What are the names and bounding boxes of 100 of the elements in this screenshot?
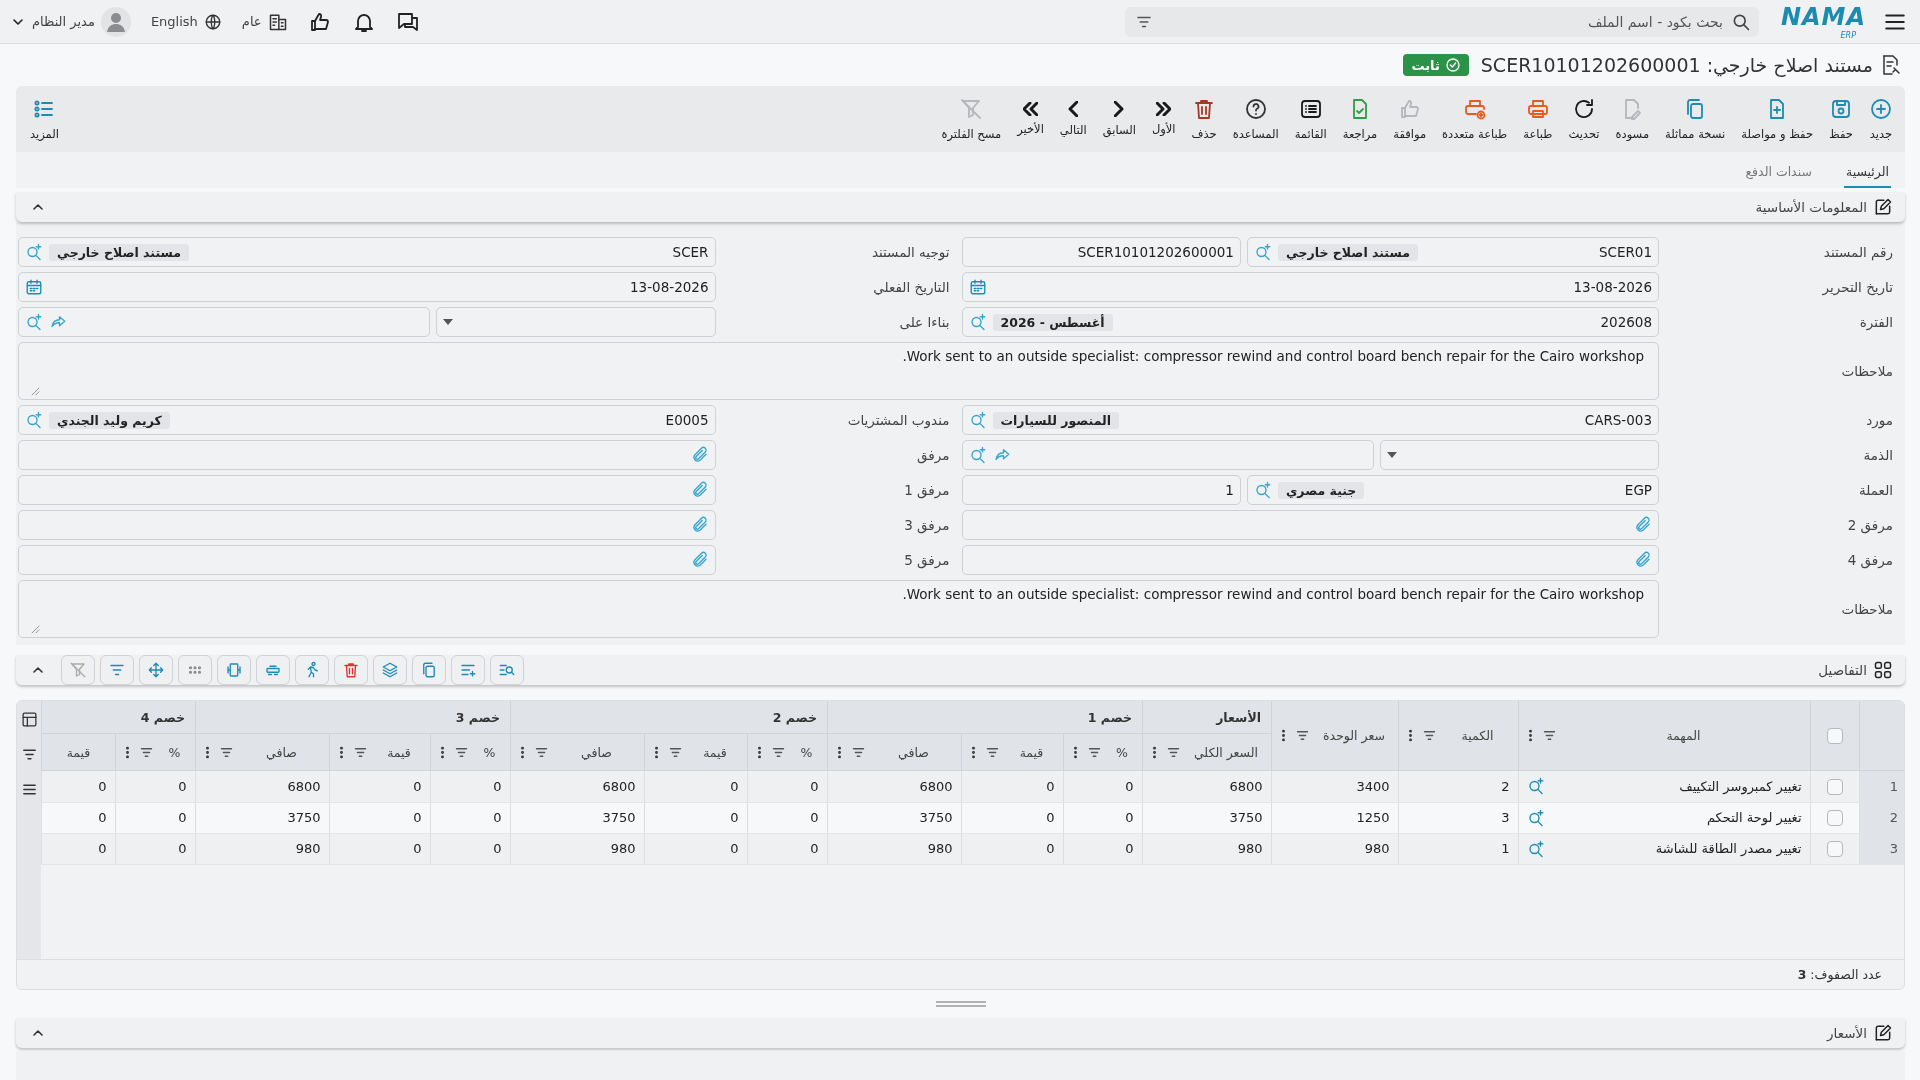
column-header[interactable]: سعر الوحدة bbox=[1271, 701, 1398, 770]
toolbar-button[interactable]: التالي bbox=[1051, 101, 1095, 137]
calendar-icon[interactable] bbox=[968, 278, 987, 296]
column-header[interactable]: % bbox=[1063, 734, 1142, 770]
date-field[interactable]: 13-08-2026 bbox=[18, 272, 716, 302]
text-field[interactable]: 1 bbox=[961, 475, 1241, 505]
tab[interactable]: الرئيسية bbox=[1843, 164, 1891, 188]
column-header[interactable]: الكمية bbox=[1398, 701, 1518, 770]
delete-button[interactable] bbox=[334, 655, 368, 685]
search-plus-icon[interactable] bbox=[968, 446, 987, 464]
attachment-field[interactable] bbox=[18, 475, 716, 505]
dots-button[interactable] bbox=[178, 655, 212, 685]
search-plus-icon[interactable] bbox=[25, 411, 43, 429]
toolbar-button[interactable]: السابق bbox=[1094, 101, 1144, 137]
toolbar-button[interactable]: المساعدة bbox=[1224, 97, 1287, 141]
attachment-field[interactable] bbox=[18, 440, 716, 470]
search-plus-icon[interactable] bbox=[968, 313, 987, 331]
resize-grip-icon[interactable] bbox=[31, 387, 40, 396]
paperclip-icon[interactable] bbox=[690, 481, 709, 499]
move-button[interactable] bbox=[139, 655, 173, 685]
toolbar-button[interactable]: طباعة bbox=[1515, 97, 1561, 141]
column-header[interactable]: السعر الكلي bbox=[1142, 734, 1271, 770]
calendar-icon[interactable] bbox=[25, 278, 43, 296]
checkbox[interactable] bbox=[1826, 840, 1843, 857]
column-header[interactable]: % bbox=[430, 734, 510, 770]
copy-button[interactable] bbox=[412, 655, 446, 685]
fit-columns-button[interactable] bbox=[217, 655, 251, 685]
paperclip-icon[interactable] bbox=[690, 446, 709, 464]
search-plus-icon[interactable] bbox=[25, 243, 43, 261]
column-header[interactable]: صافي bbox=[827, 734, 961, 770]
paperclip-icon[interactable] bbox=[690, 516, 709, 534]
reference-field[interactable] bbox=[18, 307, 431, 337]
table-icon[interactable] bbox=[20, 711, 38, 728]
attachment-field[interactable] bbox=[18, 510, 716, 540]
row-number: 2 bbox=[1859, 802, 1904, 833]
column-header[interactable]: % bbox=[115, 734, 195, 770]
checkbox[interactable] bbox=[1826, 809, 1843, 826]
filter-icon[interactable] bbox=[1422, 728, 1437, 743]
toolbar-button[interactable]: حفظ و مواصلة bbox=[1733, 97, 1821, 141]
splitter-handle[interactable] bbox=[935, 1001, 986, 1007]
table-cell: 0 bbox=[115, 833, 195, 864]
filter-icon[interactable] bbox=[1295, 728, 1310, 743]
field-label: مرفق 1 bbox=[903, 482, 951, 498]
lookup-name: كريم وليد الجندي bbox=[49, 411, 170, 429]
search-plus-icon[interactable] bbox=[1526, 777, 1545, 796]
filter-icon[interactable] bbox=[1542, 728, 1557, 743]
tab[interactable]: سندات الدفع bbox=[1743, 164, 1814, 188]
toolbar-button[interactable]: جديد bbox=[1861, 97, 1901, 141]
branch-button[interactable]: عام bbox=[241, 11, 288, 32]
resize-grip-icon[interactable] bbox=[31, 625, 40, 634]
search-plus-icon[interactable] bbox=[1526, 839, 1545, 858]
reference-field[interactable] bbox=[961, 440, 1374, 470]
run-button[interactable] bbox=[295, 655, 329, 685]
paperclip-icon[interactable] bbox=[690, 551, 709, 569]
toolbar-button[interactable]: حذف bbox=[1183, 97, 1225, 141]
toolbar-button[interactable]: نسخة مماثلة bbox=[1657, 97, 1734, 141]
search-list-button[interactable] bbox=[490, 655, 524, 685]
search-plus-icon[interactable] bbox=[25, 313, 43, 331]
filter-icon[interactable] bbox=[20, 746, 38, 763]
toolbar-button[interactable]: الأول bbox=[1143, 102, 1184, 136]
more-button[interactable]: المزيد bbox=[20, 97, 69, 141]
attachment-field[interactable] bbox=[18, 545, 716, 575]
checkbox[interactable] bbox=[1826, 778, 1843, 795]
toolbar-button[interactable]: حفظ bbox=[1821, 97, 1861, 141]
paperclip-icon[interactable] bbox=[1634, 551, 1652, 569]
toolbar-button[interactable]: الأخير bbox=[1009, 102, 1052, 136]
date-field[interactable]: 13-08-2026 bbox=[961, 272, 1659, 302]
search-plus-icon[interactable] bbox=[1526, 808, 1545, 827]
clear-filter-button[interactable] bbox=[61, 655, 95, 685]
toolbar-button[interactable]: تحديث bbox=[1560, 97, 1608, 141]
attachment-field[interactable] bbox=[961, 545, 1659, 575]
column-header[interactable]: قيمة bbox=[329, 734, 430, 770]
row-button[interactable] bbox=[256, 655, 290, 685]
toolbar-button[interactable]: مراجعة bbox=[1334, 97, 1386, 141]
attachment-field[interactable] bbox=[961, 510, 1659, 540]
user-menu[interactable]: مدير النظام bbox=[10, 6, 131, 37]
column-header[interactable]: قيمة bbox=[644, 734, 747, 770]
language-button[interactable]: English bbox=[150, 12, 222, 31]
column-header[interactable]: قيمة bbox=[961, 734, 1063, 770]
search-plus-icon[interactable] bbox=[968, 411, 987, 429]
toolbar-button[interactable]: القائمة bbox=[1286, 97, 1335, 141]
notes-field[interactable]: Work sent to an outside specialist: compressor rewind and control board bench repair for the Cairo workshop. bbox=[18, 580, 1659, 638]
notes-field[interactable]: Work sent to an outside specialist: compressor rewind and control board bench repair for the Cairo workshop. bbox=[18, 342, 1659, 400]
search-field[interactable]: بحث بكود - اسم الملف bbox=[1124, 6, 1759, 37]
add-row-button[interactable] bbox=[451, 655, 485, 685]
text-field[interactable]: SCER10101202600001 bbox=[961, 237, 1241, 267]
checkbox[interactable] bbox=[1827, 727, 1843, 744]
search-plus-icon[interactable] bbox=[1253, 243, 1272, 261]
column-header[interactable]: صافي bbox=[510, 734, 644, 770]
dropdown-field[interactable] bbox=[436, 307, 716, 337]
filter-button[interactable] bbox=[100, 655, 134, 685]
column-header[interactable]: صافي bbox=[195, 734, 329, 770]
column-header[interactable]: % bbox=[747, 734, 827, 770]
table-cell: 3750 bbox=[195, 802, 329, 833]
toolbar-button[interactable]: طباعة متعددة bbox=[1434, 97, 1516, 141]
paperclip-icon[interactable] bbox=[1634, 516, 1652, 534]
column-header[interactable]: المهمة bbox=[1518, 701, 1810, 770]
dropdown-field[interactable] bbox=[1379, 440, 1659, 470]
search-plus-icon[interactable] bbox=[1253, 481, 1272, 499]
layers-button[interactable] bbox=[373, 655, 407, 685]
